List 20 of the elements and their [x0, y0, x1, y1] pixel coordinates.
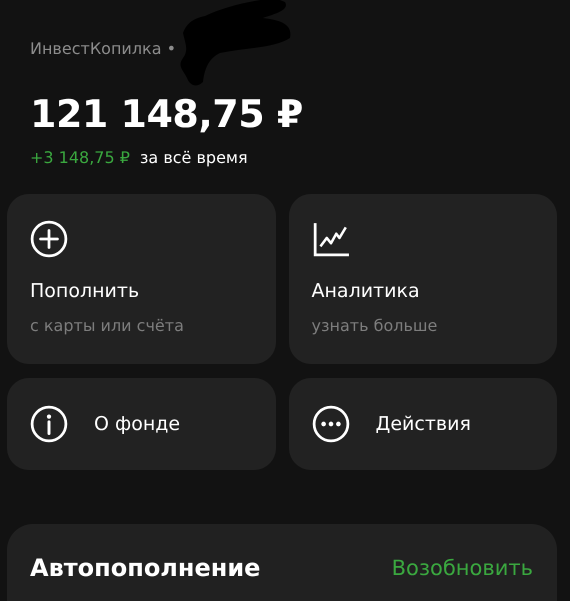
resume-link[interactable]: Возобновить: [392, 554, 533, 582]
action-card[interactable]: Пополнить с карты или счёта: [7, 194, 276, 364]
more-icon: [312, 405, 350, 443]
action-button[interactable]: О фонде: [7, 378, 276, 470]
autopay-title: Автопополнение: [30, 554, 260, 582]
card-subtitle: узнать больше: [312, 316, 438, 335]
info-icon: [30, 405, 68, 443]
action-button[interactable]: Действия: [288, 378, 557, 470]
gain-amount: +3 148,75 ₽: [30, 148, 130, 167]
card-title: Действия: [376, 413, 471, 435]
card-title: О фонде: [94, 413, 180, 435]
action-card[interactable]: Аналитика узнать больше: [288, 194, 557, 364]
chart-icon: [312, 220, 350, 258]
card-subtitle: с карты или счёта: [30, 316, 185, 335]
plus-icon: [30, 220, 68, 258]
card-title: Пополнить: [30, 280, 140, 302]
balance-amount: 121 148,75 ₽: [30, 92, 304, 136]
gain-caption: за всё время: [140, 148, 248, 167]
product-name: ИнвестКопилка •: [30, 38, 176, 58]
card-title: Аналитика: [312, 280, 421, 302]
